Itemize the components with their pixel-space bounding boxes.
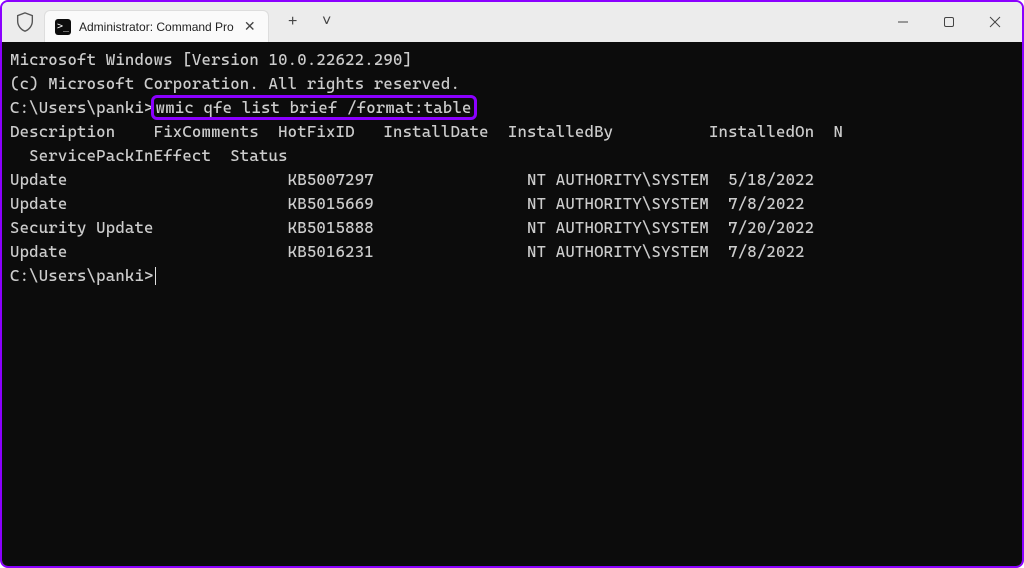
highlighted-command: wmic qfe list brief /format:table [151,95,477,120]
active-tab[interactable]: >_ Administrator: Command Pro ✕ [44,10,269,42]
output-row: Update KB5015669 NT AUTHORITY\SYSTEM 7/8… [10,192,1014,216]
cmd-icon: >_ [55,19,71,35]
output-row: Security Update KB5015888 NT AUTHORITY\S… [10,216,1014,240]
text-cursor [155,267,156,285]
window-controls [880,2,1018,42]
new-tab-button[interactable]: + [279,8,307,36]
tab-menu-chevron-icon[interactable]: ˅ [313,8,341,36]
output-row: Update KB5016231 NT AUTHORITY\SYSTEM 7/8… [10,240,1014,264]
terminal-output[interactable]: Microsoft Windows [Version 10.0.22622.29… [2,42,1022,566]
close-tab-button[interactable]: ✕ [242,19,258,35]
minimize-button[interactable] [880,2,926,42]
shield-icon [14,11,36,33]
prompt-line[interactable]: C:\Users\panki> [10,264,1014,288]
command-prompt-window: >_ Administrator: Command Pro ✕ + ˅ Micr… [0,0,1024,568]
output-row: Update KB5007297 NT AUTHORITY\SYSTEM 5/1… [10,168,1014,192]
maximize-button[interactable] [926,2,972,42]
titlebar: >_ Administrator: Command Pro ✕ + ˅ [2,2,1022,42]
tab-actions: + ˅ [279,8,341,36]
close-button[interactable] [972,2,1018,42]
tab-title: Administrator: Command Pro [79,20,234,34]
